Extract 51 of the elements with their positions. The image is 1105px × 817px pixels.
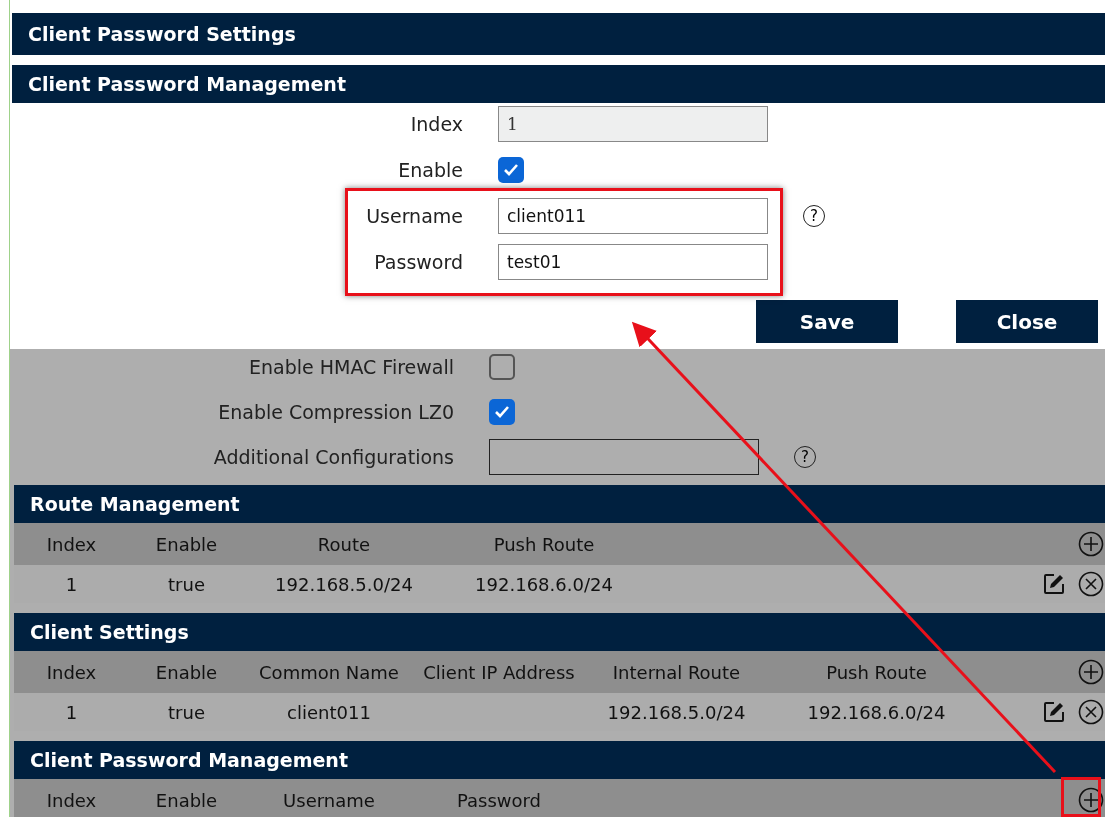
section-header: Client Password Management	[12, 65, 1105, 103]
field-label: Index	[409, 113, 463, 135]
column-header: Enable	[154, 533, 219, 555]
column-header: Index	[45, 661, 98, 683]
section-header: Route Management	[14, 485, 1105, 523]
close-icon[interactable]	[1078, 571, 1104, 597]
table-cell-text: true	[167, 701, 206, 723]
checkbox[interactable]	[489, 399, 515, 425]
column-header: Enable	[154, 661, 219, 683]
column-header: Username	[282, 789, 376, 811]
edit-icon[interactable]	[1042, 572, 1066, 596]
field-label: Enable	[397, 159, 463, 181]
table-cell-text: 1	[64, 701, 79, 723]
section-header: Client Settings	[14, 613, 1105, 651]
text-field[interactable]	[489, 439, 759, 475]
field-label: Additional Configurations	[212, 446, 454, 468]
column-header: Client IP Address	[422, 661, 576, 683]
table-cell-text: 1	[64, 573, 79, 595]
field-label: Username	[365, 205, 463, 227]
column-header: Route	[316, 533, 372, 555]
table-cell-text: client011	[286, 701, 372, 723]
field-label: Password	[373, 251, 463, 273]
column-header: Index	[45, 789, 98, 811]
dialog-title: Client Password Settings	[12, 13, 1105, 55]
save-button[interactable]: Save	[756, 300, 898, 343]
column-header: Enable	[154, 789, 219, 811]
column-header: Push Route	[492, 533, 596, 555]
column-header: Index	[45, 533, 98, 555]
table-cell-text: 192.168.6.0/24	[806, 701, 947, 723]
add-icon[interactable]	[1078, 787, 1104, 813]
highlight-frame	[1061, 777, 1101, 817]
table-cell-text: 192.168.5.0/24	[274, 573, 414, 595]
field-label: Enable HMAC Firewall	[247, 356, 454, 378]
close-icon[interactable]	[1078, 699, 1104, 725]
table-cell-text: 192.168.5.0/24	[606, 701, 747, 723]
edit-icon[interactable]	[1042, 700, 1066, 724]
close-button[interactable]: Close	[956, 300, 1098, 343]
add-icon[interactable]	[1078, 531, 1104, 557]
checkbox[interactable]	[489, 354, 515, 380]
checkbox[interactable]	[498, 157, 524, 183]
column-header: Internal Route	[611, 661, 742, 683]
section-header: Client Password Management	[14, 741, 1105, 779]
add-icon[interactable]	[1078, 659, 1104, 685]
text-field[interactable]: client011	[498, 198, 768, 234]
column-header: Common Name	[258, 661, 400, 683]
column-header: Password	[455, 789, 543, 811]
column-header: Push Route	[825, 661, 928, 683]
table-cell-text: true	[167, 573, 206, 595]
table-cell-text: 192.168.6.0/24	[474, 573, 614, 595]
field-label: Enable Compression LZ0	[217, 401, 454, 423]
text-field[interactable]: test01	[498, 244, 768, 280]
